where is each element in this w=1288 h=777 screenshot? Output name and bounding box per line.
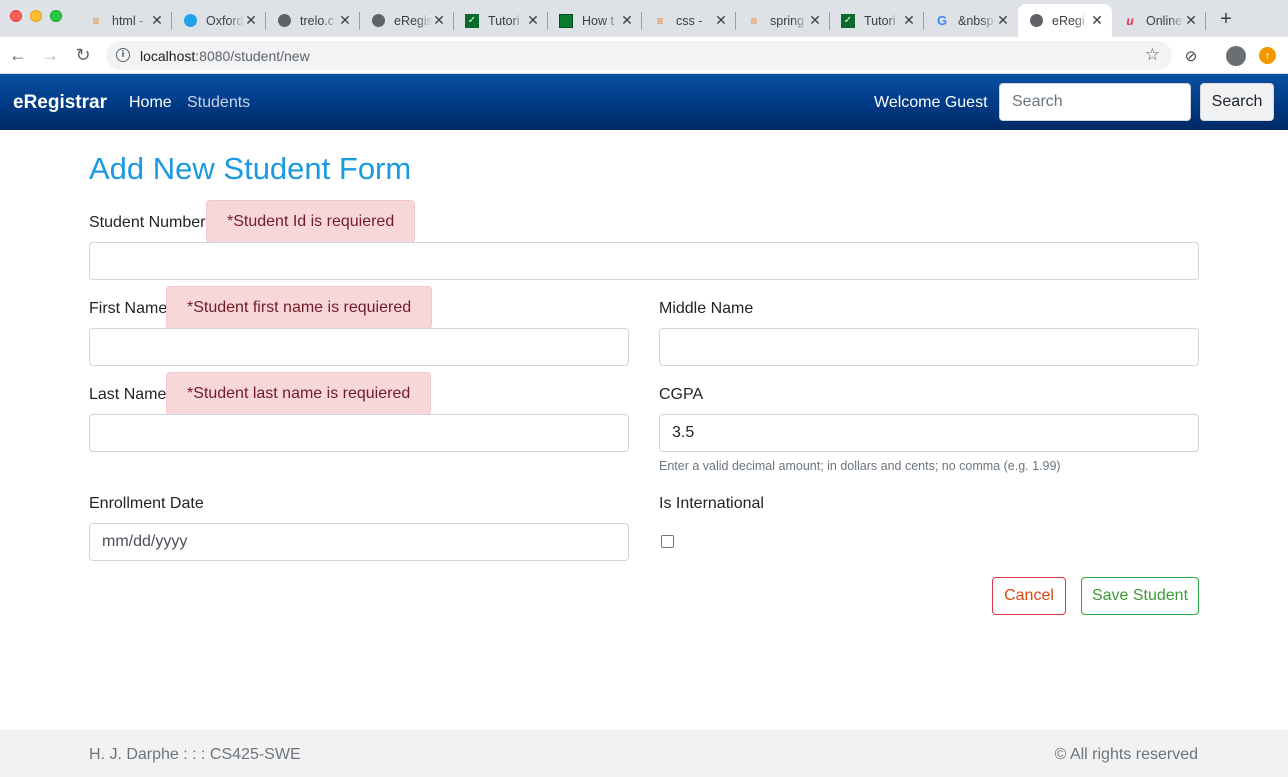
tab-title: eRegi: [1052, 13, 1085, 28]
middle-name-input[interactable]: [659, 328, 1199, 366]
search-button[interactable]: Search: [1200, 83, 1274, 121]
last-name-input[interactable]: [89, 414, 629, 452]
close-tab-icon[interactable]: ✕: [714, 12, 728, 29]
tab-title: Tutori: [864, 13, 896, 28]
stackoverflow-icon: ≡: [750, 13, 758, 28]
brand-logo[interactable]: eRegistrar: [13, 92, 107, 114]
close-tab-icon[interactable]: ✕: [902, 12, 916, 29]
tab-title: html -: [112, 13, 144, 28]
first-name-input[interactable]: [89, 328, 629, 366]
tab-title: &nbsp: [958, 13, 994, 28]
student-number-input[interactable]: [89, 242, 1199, 280]
tab-title: Oxford: [206, 13, 244, 28]
browser-tabs: ≡ html - ✕ Oxford ✕ trelo.c ✕ eRegis ✕ ✓…: [78, 4, 1206, 37]
sync-extension-icon[interactable]: ⊘: [1181, 46, 1201, 66]
cancel-button[interactable]: Cancel: [992, 577, 1066, 615]
browser-tab[interactable]: u Online ✕: [1112, 4, 1206, 37]
close-tab-icon[interactable]: ✕: [996, 12, 1010, 29]
page-title: Add New Student Form: [89, 151, 412, 186]
last-name-error: *Student last name is requiered: [166, 372, 432, 415]
browser-tab[interactable]: ✓ Tutori ✕: [454, 4, 548, 37]
globe-icon: [1028, 13, 1044, 29]
cgpa-help-text: Enter a valid decimal amount; in dollars…: [659, 459, 1061, 473]
save-student-button[interactable]: Save Student: [1081, 577, 1199, 615]
close-tab-icon[interactable]: ✕: [150, 12, 164, 29]
browser-tab[interactable]: ≡ html - ✕: [78, 4, 172, 37]
tab-title: trelo.c: [300, 13, 335, 28]
info-icon[interactable]: i: [116, 48, 130, 62]
browser-tab[interactable]: ≡ css - ✕: [642, 4, 736, 37]
back-arrow-icon[interactable]: ←: [6, 43, 30, 67]
update-icon[interactable]: ↑: [1259, 47, 1276, 64]
globe-icon: [370, 13, 386, 29]
close-tab-icon[interactable]: ✕: [808, 12, 822, 29]
first-name-label: First Name: [89, 300, 168, 317]
browser-tab[interactable]: ≡ spring ✕: [736, 4, 830, 37]
is-international-checkbox[interactable]: [661, 535, 674, 548]
last-name-label: Last Name: [89, 386, 167, 403]
browser-tab[interactable]: eRegis ✕: [360, 4, 454, 37]
footer-credit: H. J. Darphe : : : CS425-SWE: [89, 746, 301, 763]
page-footer: H. J. Darphe : : : CS425-SWE © All right…: [0, 730, 1288, 777]
cgpa-input[interactable]: [659, 414, 1199, 452]
middle-name-label: Middle Name: [659, 300, 754, 317]
browser-tab[interactable]: ✓ Tutori ✕: [830, 4, 924, 37]
close-tab-icon[interactable]: ✕: [244, 12, 258, 29]
tab-title: spring: [770, 13, 805, 28]
url-text: localhost:8080/student/new: [140, 48, 310, 64]
app-navbar: eRegistrar Home Students Welcome Guest S…: [0, 74, 1288, 130]
student-number-label: Student Number: [89, 214, 206, 231]
profile-avatar-icon[interactable]: [1226, 46, 1246, 66]
enrollment-date-input[interactable]: [89, 523, 629, 561]
browser-tab[interactable]: trelo.c ✕: [266, 4, 360, 37]
red-u-icon: u: [1126, 13, 1134, 28]
browser-tab-strip: ≡ html - ✕ Oxford ✕ trelo.c ✕ eRegis ✕ ✓…: [0, 0, 1288, 37]
minimize-window-button[interactable]: [30, 10, 42, 22]
new-tab-icon[interactable]: +: [1216, 8, 1236, 31]
oxford-icon: [182, 13, 198, 29]
close-tab-icon[interactable]: ✕: [1184, 12, 1198, 29]
address-bar[interactable]: i localhost:8080/student/new ☆: [106, 41, 1172, 70]
close-tab-icon[interactable]: ✕: [620, 12, 634, 29]
tab-title: Online: [1146, 13, 1183, 28]
welcome-text: Welcome Guest: [874, 94, 988, 111]
forward-arrow-icon[interactable]: →: [38, 43, 62, 67]
globe-icon: [276, 13, 292, 29]
google-icon: G: [936, 13, 948, 28]
close-tab-icon[interactable]: ✕: [1090, 12, 1104, 29]
footer-copyright: © All rights reserved: [1054, 746, 1198, 763]
first-name-error: *Student first name is requiered: [166, 286, 433, 329]
reload-icon[interactable]: ↻: [71, 43, 95, 67]
tab-title: How t: [582, 13, 614, 28]
browser-tab[interactable]: Oxford ✕: [172, 4, 266, 37]
tab-title: Tutori: [488, 13, 520, 28]
tab-title: css -: [676, 13, 703, 28]
close-tab-icon[interactable]: ✕: [338, 12, 352, 29]
stackoverflow-icon: ≡: [656, 13, 664, 28]
tab-title: eRegis: [394, 13, 432, 28]
close-tab-icon[interactable]: ✕: [432, 12, 446, 29]
stackoverflow-icon: ≡: [92, 13, 100, 28]
browser-toolbar: ← → ↻ i localhost:8080/student/new ☆ ⊘ ↑: [0, 37, 1288, 74]
enrollment-date-label: Enrollment Date: [89, 495, 204, 512]
maximize-window-button[interactable]: [50, 10, 62, 22]
nav-home-link[interactable]: Home: [129, 94, 172, 112]
browser-tab-active[interactable]: eRegi ✕: [1018, 4, 1112, 37]
search-input[interactable]: [999, 83, 1191, 121]
checkmark-green-icon: ✓: [464, 13, 480, 29]
nav-students-link[interactable]: Students: [187, 94, 250, 112]
student-number-error: *Student Id is requiered: [206, 200, 416, 243]
cgpa-label: CGPA: [659, 386, 704, 403]
close-window-button[interactable]: [10, 10, 22, 22]
checkmark-green-icon: ✓: [840, 13, 856, 29]
browser-tab[interactable]: How t ✕: [548, 4, 642, 37]
green-box-icon: [558, 13, 574, 29]
is-international-label: Is International: [659, 495, 764, 512]
bookmark-star-icon[interactable]: ☆: [1145, 45, 1160, 65]
close-tab-icon[interactable]: ✕: [526, 12, 540, 29]
browser-tab[interactable]: G &nbsp ✕: [924, 4, 1018, 37]
